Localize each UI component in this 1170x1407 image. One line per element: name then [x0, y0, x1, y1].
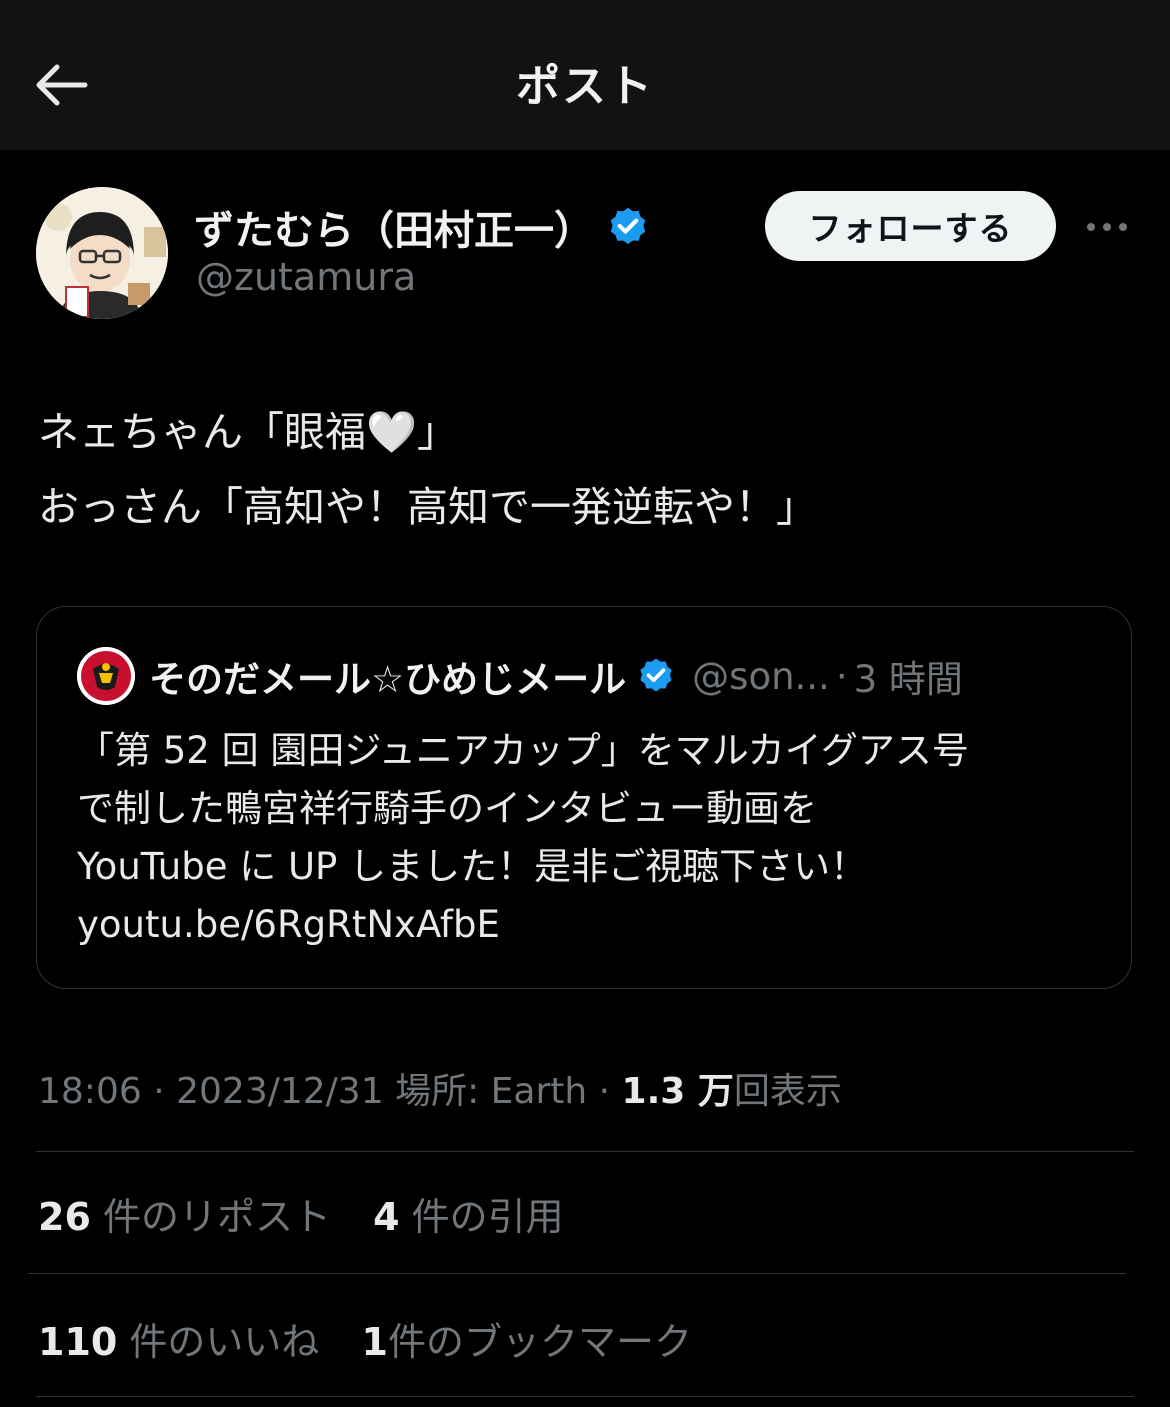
engagement-row-likes: 110 件のいいね 1件のブックマーク	[38, 1311, 722, 1366]
bookmarks-label: 件のブックマーク	[387, 1320, 692, 1364]
views-count: 1.3 万	[621, 1071, 734, 1112]
meta-separator: ·	[598, 1071, 611, 1112]
post-location: 場所: Earth	[395, 1071, 588, 1112]
views-label: 回表示	[733, 1071, 842, 1112]
bookmarks-link[interactable]: 1件のブックマーク	[362, 1320, 692, 1364]
quote-author-avatar[interactable]	[77, 647, 135, 705]
likes-count: 110	[38, 1320, 118, 1364]
quoted-post-card[interactable]: そのだメール☆ひめじメール @son... · 3 時間 「第 52 回 園田ジ…	[36, 606, 1132, 989]
divider	[28, 1273, 1126, 1274]
top-bar: ポスト	[0, 0, 1170, 150]
more-options-button[interactable]	[1080, 205, 1134, 249]
meta-separator: ·	[153, 1071, 165, 1112]
quote-line: YouTube に UP しました！是非ご視聴下さい！	[77, 845, 868, 888]
tweet-text: ネェちゃん「眼福🤍」 おっさん「高知や！高知で一発逆転や！」	[38, 395, 1138, 545]
tweet-line: おっさん「高知や！高知で一発逆転や！」	[38, 483, 817, 531]
reposts-count: 26	[38, 1195, 91, 1239]
tweet-line: ネェちゃん「眼福🤍」	[38, 408, 459, 456]
likes-link[interactable]: 110 件のいいね	[38, 1320, 319, 1364]
divider	[36, 1151, 1134, 1152]
page-title: ポスト	[516, 61, 654, 112]
reposts-link[interactable]: 26 件のリポスト	[38, 1195, 331, 1239]
author-avatar[interactable]	[36, 187, 168, 319]
author-handle[interactable]: @zutamura	[196, 255, 416, 299]
quote-display-name: そのだメール☆ひめじメール	[149, 658, 627, 701]
quotes-label: 件の引用	[411, 1195, 564, 1239]
divider	[36, 1396, 1134, 1397]
likes-label: 件のいいね	[129, 1320, 320, 1364]
verified-badge-icon	[640, 658, 672, 692]
more-dots-icon	[1087, 223, 1127, 231]
quote-link[interactable]: youtu.be/6RgRtNxAfbE	[77, 896, 1097, 954]
post-date[interactable]: 2023/12/31	[176, 1071, 384, 1112]
quote-header: そのだメール☆ひめじメール @son... · 3 時間	[149, 647, 963, 705]
bookmarks-count: 1	[361, 1320, 388, 1364]
author-name-row[interactable]: ずたむら（田村正一）	[194, 195, 650, 259]
quotes-link[interactable]: 4 件の引用	[373, 1195, 564, 1239]
quote-separator: ·	[835, 654, 848, 698]
reposts-label: 件のリポスト	[102, 1195, 331, 1239]
quote-timestamp: 3 時間	[853, 658, 963, 701]
engagement-row-reposts: 26 件のリポスト 4 件の引用	[38, 1186, 594, 1241]
post-meta: 18:06 · 2023/12/31 場所: Earth · 1.3 万回表示	[38, 1062, 842, 1114]
quote-body: 「第 52 回 園田ジュニアカップ」をマルカイグアス号 で制した鴨宮祥行騎手のイ…	[77, 722, 1097, 954]
quote-handle: @son...	[692, 654, 830, 698]
author-display-name[interactable]: ずたむら（田村正一）	[194, 198, 594, 256]
quote-line: で制した鴨宮祥行騎手のインタビュー動画を	[77, 787, 817, 830]
post-time[interactable]: 18:06	[38, 1071, 142, 1112]
verified-badge-icon[interactable]	[606, 205, 650, 249]
follow-button[interactable]: フォローする	[765, 191, 1056, 261]
quotes-count: 4	[373, 1195, 400, 1239]
quote-line: 「第 52 回 園田ジュニアカップ」をマルカイグアス号	[77, 729, 969, 772]
